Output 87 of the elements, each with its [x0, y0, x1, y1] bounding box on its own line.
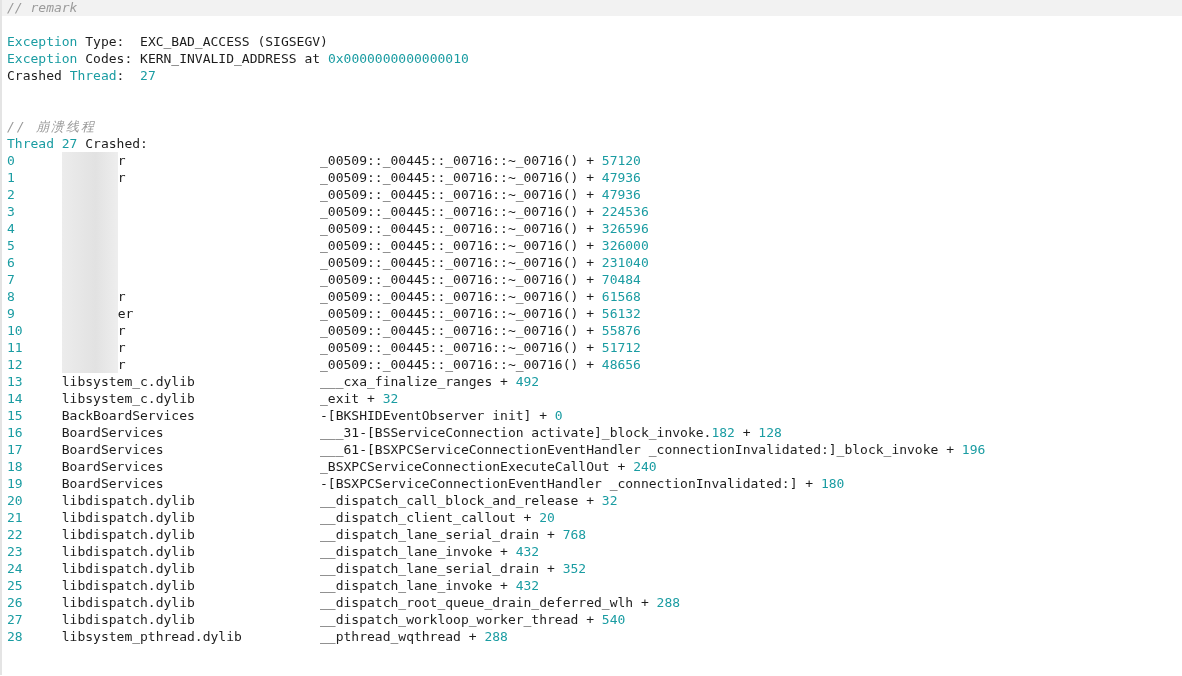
symbol-text: _exit + 32: [320, 390, 400, 407]
symbol-text: _00509::_00445::_00716::~_00716() + 51712: [320, 339, 642, 356]
frame-index: 6: [7, 254, 16, 271]
symbol-text: _00509::_00445::_00716::~_00716() + 231040: [320, 254, 650, 271]
symbol-text: __dispatch_workloop_worker_thread + 540: [320, 611, 627, 628]
library-name: libdispatch.dylib: [61, 611, 195, 628]
symbol-text: __dispatch_lane_serial_drain + 768: [320, 526, 588, 543]
symbol-text: _00509::_00445::_00716::~_00716() + 48656: [320, 356, 642, 373]
library-name: BoardServices: [61, 441, 164, 458]
code-comment: // 崩溃线程: [7, 119, 97, 134]
library-name: libdispatch.dylib: [61, 577, 195, 594]
library-name: libsystem_c.dylib: [61, 390, 195, 407]
symbol-text: _BSXPCServiceConnectionExecuteCallOut + 240: [320, 458, 658, 475]
library-name: r: [117, 356, 126, 373]
frame-index: 28: [7, 628, 24, 645]
library-name: BackBoardServices: [61, 407, 195, 424]
symbol-text: _00509::_00445::_00716::~_00716() + 57120: [320, 152, 642, 169]
symbol-text: __dispatch_lane_invoke + 432: [320, 543, 541, 560]
code-line: Thread 27 Crashed:: [6, 135, 149, 152]
symbol-text: _00509::_00445::_00716::~_00716() + 326000: [320, 237, 650, 254]
frame-index: 1: [7, 169, 16, 186]
code-line: Exception Type: EXC_BAD_ACCESS (SIGSEGV): [6, 33, 329, 50]
code-line: Exception Codes: KERN_INVALID_ADDRESS at 0x0000000000000010: [6, 50, 470, 67]
code-line: Crashed Thread: 27: [6, 67, 157, 84]
frame-index: 14: [7, 390, 24, 407]
frame-index: 3: [7, 203, 16, 220]
frame-index: 19: [7, 475, 24, 492]
library-name: r: [117, 322, 126, 339]
library-name: BoardServices: [61, 424, 164, 441]
frame-index: 5: [7, 237, 16, 254]
frame-index: 25: [7, 577, 24, 594]
symbol-text: -[BKSHIDEventObserver init] + 0: [320, 407, 564, 424]
symbol-text: ___61-[BSXPCServiceConnectionEventHandler _connectionInvalidated:]_block_invoke + 196: [320, 441, 987, 458]
library-name: libdispatch.dylib: [61, 560, 195, 577]
symbol-text: _00509::_00445::_00716::~_00716() + 326596: [320, 220, 650, 237]
library-name: libdispatch.dylib: [61, 526, 195, 543]
code-comment: // remark: [7, 0, 78, 15]
symbol-text: _00509::_00445::_00716::~_00716() + 224536: [320, 203, 650, 220]
frame-index: 0: [7, 152, 16, 169]
frame-index: 13: [7, 373, 24, 390]
frame-index: 20: [7, 492, 24, 509]
frame-index: 15: [7, 407, 24, 424]
frame-index: 18: [7, 458, 24, 475]
frame-index: 27: [7, 611, 24, 628]
symbol-text: -[BSXPCServiceConnectionEventHandler _connectionInvalidated:] + 180: [320, 475, 846, 492]
frame-index: 8: [7, 288, 16, 305]
frame-index: 17: [7, 441, 24, 458]
symbol-text: _00509::_00445::_00716::~_00716() + 61568: [320, 288, 642, 305]
library-name: libdispatch.dylib: [61, 509, 195, 526]
symbol-text: ___31-[BSServiceConnection activate]_block_invoke.182 + 128: [320, 424, 783, 441]
frame-index: 12: [7, 356, 24, 373]
library-name: r: [117, 288, 126, 305]
symbol-text: ___cxa_finalize_ranges + 492: [320, 373, 541, 390]
symbol-text: _00509::_00445::_00716::~_00716() + 47936: [320, 186, 642, 203]
symbol-text: __dispatch_lane_invoke + 432: [320, 577, 541, 594]
symbol-text: _00509::_00445::_00716::~_00716() + 47936: [320, 169, 642, 186]
library-name: libdispatch.dylib: [61, 594, 195, 611]
symbol-text: _00509::_00445::_00716::~_00716() + 56132: [320, 305, 642, 322]
frame-index: 11: [7, 339, 24, 356]
frame-index: 9: [7, 305, 16, 322]
library-name: r: [117, 152, 126, 169]
symbol-text: _00509::_00445::_00716::~_00716() + 70484: [320, 271, 642, 288]
frame-index: 7: [7, 271, 16, 288]
library-name: er: [117, 305, 134, 322]
library-name: libsystem_c.dylib: [61, 373, 195, 390]
frame-index: 10: [7, 322, 24, 339]
symbol-text: _00509::_00445::_00716::~_00716() + 55876: [320, 322, 642, 339]
symbol-text: __dispatch_client_callout + 20: [320, 509, 556, 526]
frame-index: 2: [7, 186, 16, 203]
library-name: libdispatch.dylib: [61, 543, 195, 560]
frame-index: 24: [7, 560, 24, 577]
frame-index: 16: [7, 424, 24, 441]
symbol-text: __dispatch_root_queue_drain_deferred_wlh + 288: [320, 594, 682, 611]
library-name: libdispatch.dylib: [61, 492, 195, 509]
library-name: r: [117, 339, 126, 356]
symbol-text: __pthread_wqthread + 288: [320, 628, 509, 645]
library-name: BoardServices: [61, 475, 164, 492]
frame-index: 23: [7, 543, 24, 560]
frame-index: 22: [7, 526, 24, 543]
symbol-text: __dispatch_call_block_and_release + 32: [320, 492, 619, 509]
frame-index: 4: [7, 220, 16, 237]
library-name: r: [117, 169, 126, 186]
frame-index: 21: [7, 509, 24, 526]
symbol-text: __dispatch_lane_serial_drain + 352: [320, 560, 588, 577]
frame-index: 26: [7, 594, 24, 611]
library-name: BoardServices: [61, 458, 164, 475]
library-name: libsystem_pthread.dylib: [61, 628, 242, 645]
